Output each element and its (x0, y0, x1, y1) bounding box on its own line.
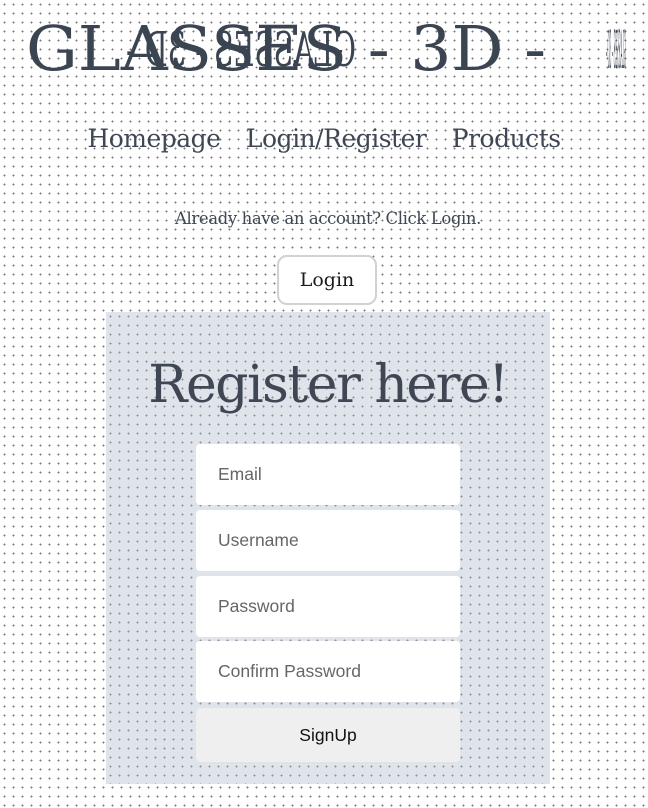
logo-text-mirrored: GLASSES - 3D - (126, 22, 356, 78)
nav-homepage[interactable]: Homepage (87, 124, 221, 153)
password-field[interactable] (196, 576, 460, 637)
register-title: Register here! (148, 355, 509, 415)
logo-text-mirrored-right: GLASSES - 3D - (606, 21, 626, 81)
confirm-password-field[interactable] (196, 641, 460, 702)
signup-button[interactable]: SignUp (196, 708, 460, 762)
username-field[interactable] (196, 510, 460, 571)
email-field[interactable] (196, 444, 460, 505)
nav-products[interactable]: Products (452, 124, 561, 153)
main-nav: Homepage Login/Register Products (0, 124, 648, 153)
login-prompt-text: Already have an account? Click Login. (174, 209, 481, 228)
nav-login-register[interactable]: Login/Register (246, 124, 427, 153)
site-logo[interactable]: GLASSES - 3D - GLASSES - 3D - GLASSES - … (26, 4, 626, 84)
register-panel: Register here! SignUp (106, 312, 550, 784)
login-button[interactable]: Login (277, 255, 377, 305)
